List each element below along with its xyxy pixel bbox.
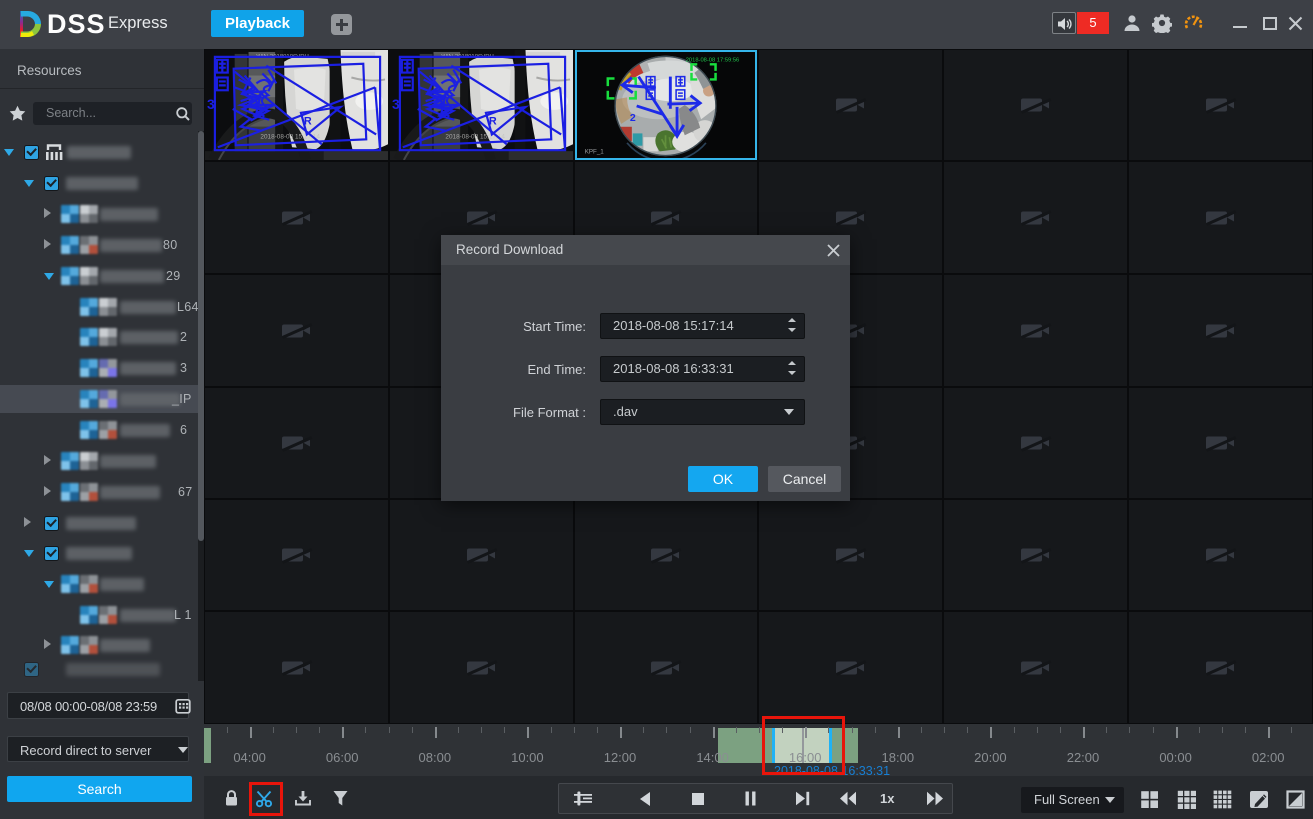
svg-text:2018-08-08 17:59:56: 2018-08-08 17:59:56	[686, 57, 740, 63]
svg-text:KPF_1: KPF_1	[585, 148, 605, 155]
svg-text:R: R	[304, 116, 312, 128]
svg-text:3: 3	[207, 97, 215, 112]
svg-text:R: R	[489, 116, 497, 128]
svg-text:2: 2	[630, 113, 636, 124]
svg-text:3: 3	[392, 97, 400, 112]
